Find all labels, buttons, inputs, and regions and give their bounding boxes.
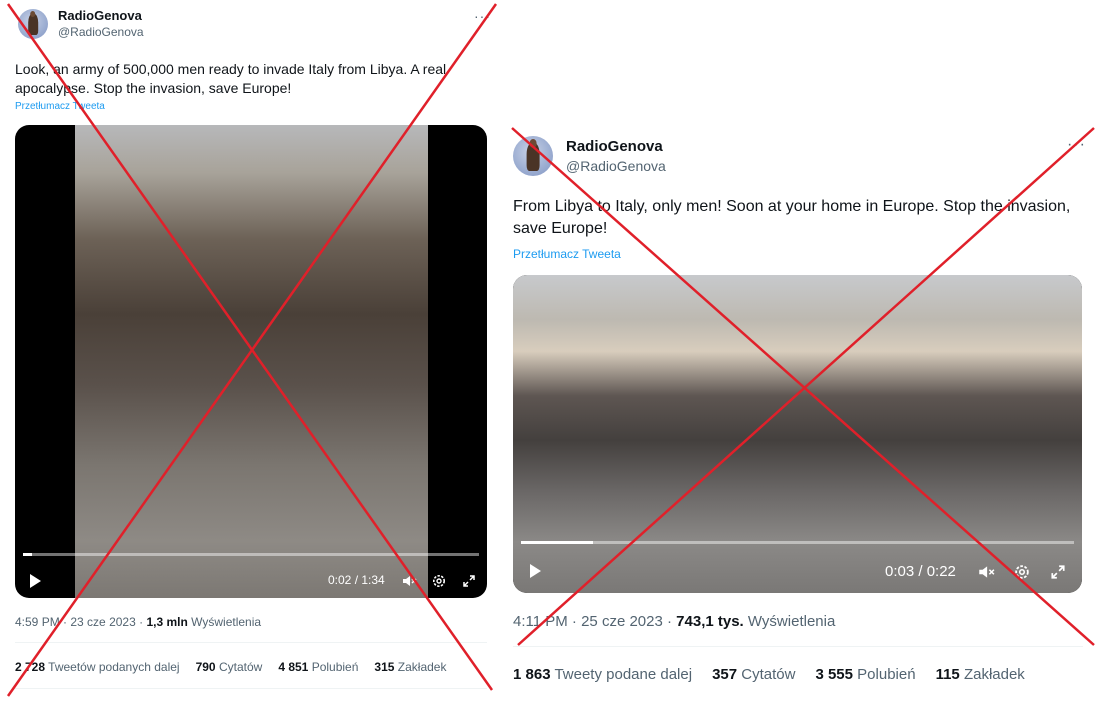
tweet-time[interactable]: 4:59 PM	[15, 615, 60, 629]
gear-icon[interactable]	[429, 571, 449, 591]
views-label: Wyświetlenia	[191, 615, 262, 629]
fullscreen-icon[interactable]	[1047, 561, 1069, 583]
tweet-card-left: RadioGenova @RadioGenova ··· Look, an ar…	[0, 0, 500, 703]
author-handle[interactable]: @RadioGenova	[58, 25, 144, 39]
play-icon[interactable]	[25, 571, 45, 591]
video-progress-bar[interactable]	[23, 553, 479, 556]
avatar[interactable]	[18, 8, 48, 39]
volume-muted-icon[interactable]	[399, 571, 419, 591]
video-progress-fill	[521, 541, 593, 544]
tweet-card-right: RadioGenova @RadioGenova ··· From Libya …	[505, 118, 1100, 703]
tweet-meta: 4:11 PM · 25 cze 2023 · 743,1 tys. Wyświ…	[513, 613, 836, 630]
translate-link[interactable]: Przetłumacz Tweeta	[15, 101, 105, 112]
views-count: 743,1 tys.	[676, 613, 744, 630]
video-time: 0:02 / 1:34	[328, 573, 385, 587]
divider	[15, 642, 487, 643]
divider	[513, 646, 1083, 647]
tweet-stats: 1 863 Tweety podane dalej 357 Cytatów 3 …	[513, 666, 1041, 683]
retweets-stat[interactable]: 2 728 Tweetów podanych dalej	[15, 660, 180, 674]
views-label: Wyświetlenia	[747, 613, 836, 630]
quotes-stat[interactable]: 357 Cytatów	[712, 666, 795, 683]
tweet-header: RadioGenova @RadioGenova	[18, 8, 144, 39]
tweet-text: Look, an army of 500,000 men ready to in…	[15, 61, 447, 96]
gear-icon[interactable]	[1011, 561, 1033, 583]
play-icon[interactable]	[525, 561, 545, 581]
translate-link[interactable]: Przetłumacz Tweeta	[513, 247, 621, 261]
tweet-date[interactable]: 23 cze 2023	[70, 615, 135, 629]
video-frame	[75, 125, 428, 598]
bookmarks-stat[interactable]: 115 Zakładek	[936, 666, 1025, 683]
tweet-time[interactable]: 4:11 PM	[513, 613, 568, 630]
retweets-stat[interactable]: 1 863 Tweety podane dalej	[513, 666, 692, 683]
video-player[interactable]: 0:03 / 0:22	[513, 275, 1082, 593]
tweet-stats: 2 728 Tweetów podanych dalej 790 Cytatów…	[15, 660, 462, 674]
bookmarks-stat[interactable]: 315 Zakładek	[374, 660, 446, 674]
avatar[interactable]	[513, 136, 553, 176]
quotes-stat[interactable]: 790 Cytatów	[196, 660, 263, 674]
more-icon[interactable]: ···	[1067, 136, 1086, 154]
likes-stat[interactable]: 4 851 Polubień	[278, 660, 358, 674]
author-handle[interactable]: @RadioGenova	[566, 158, 666, 174]
author-name[interactable]: RadioGenova	[566, 138, 666, 155]
video-frame	[513, 275, 1082, 593]
author-name[interactable]: RadioGenova	[58, 8, 144, 23]
tweet-header: RadioGenova @RadioGenova	[513, 136, 666, 176]
video-progress-fill	[23, 553, 33, 556]
video-time: 0:03 / 0:22	[885, 563, 956, 580]
views-count: 1,3 mln	[146, 615, 188, 629]
video-progress-bar[interactable]	[521, 541, 1074, 544]
tweet-meta: 4:59 PM · 23 cze 2023 · 1,3 mln Wyświetl…	[15, 615, 262, 629]
more-icon[interactable]: ···	[474, 8, 491, 24]
tweet-date[interactable]: 25 cze 2023	[581, 613, 663, 630]
tweet-text: From Libya to Italy, only men! Soon at y…	[513, 198, 1071, 237]
volume-muted-icon[interactable]	[975, 561, 997, 583]
video-player[interactable]: 0:02 / 1:34	[15, 125, 487, 598]
divider	[15, 688, 487, 689]
fullscreen-icon[interactable]	[459, 571, 479, 591]
likes-stat[interactable]: 3 555 Polubień	[815, 666, 915, 683]
